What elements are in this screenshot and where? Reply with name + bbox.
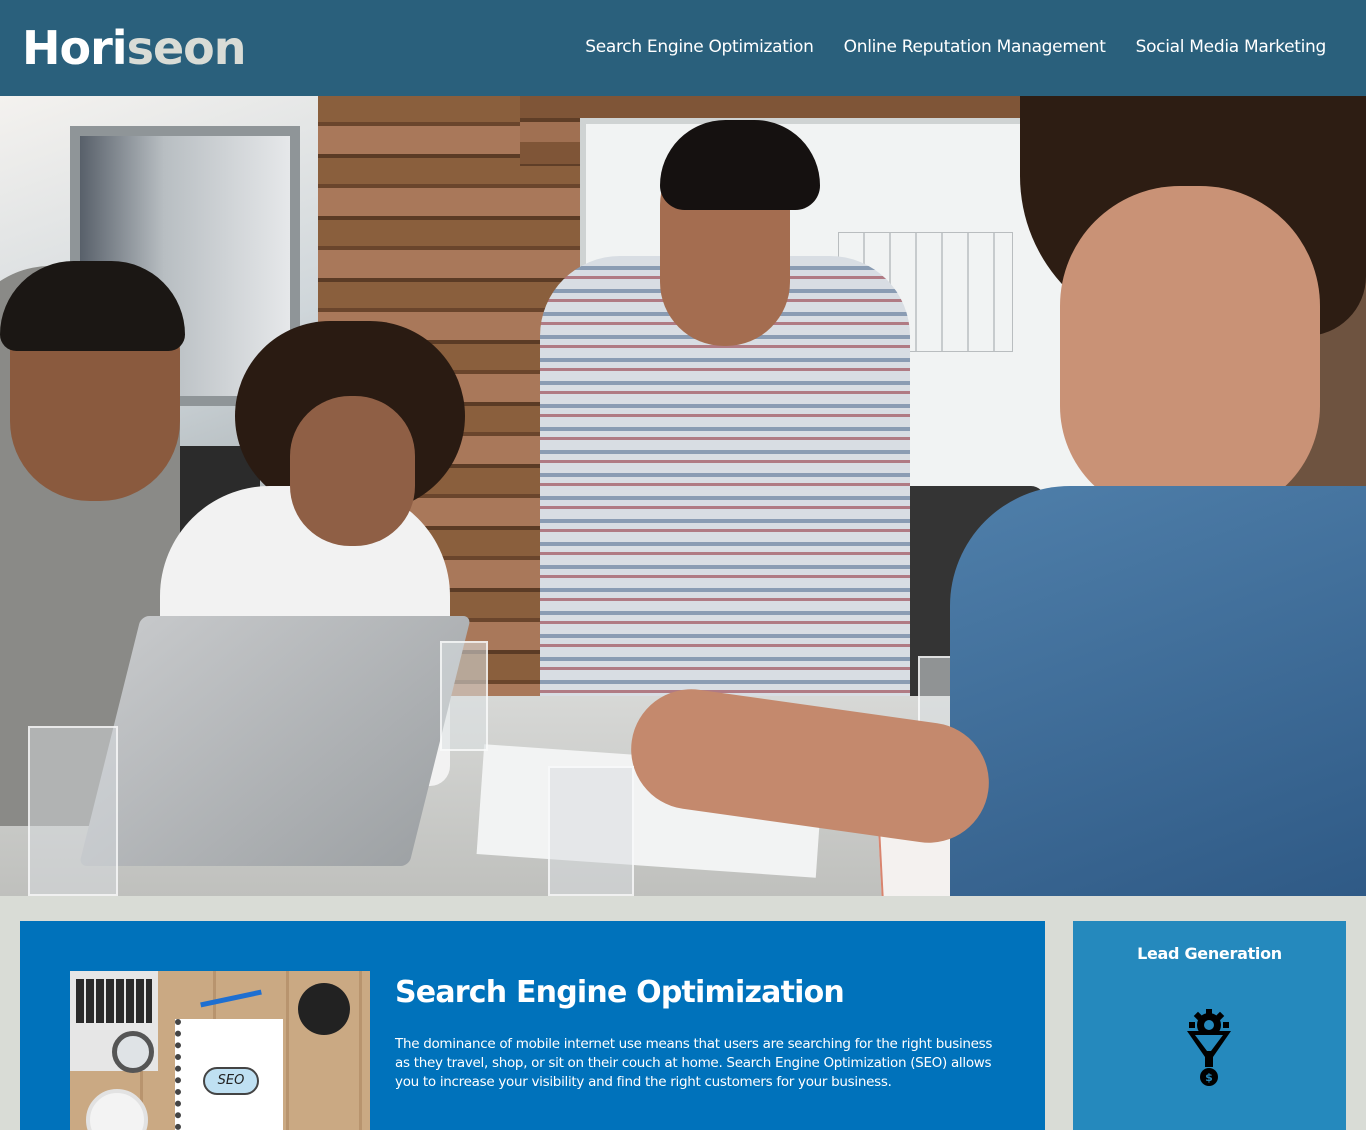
- nav-link-online-reputation[interactable]: Online Reputation Management: [844, 36, 1106, 58]
- nav-link-social-media[interactable]: Social Media Marketing: [1136, 36, 1327, 58]
- seo-section: SEO Search Engine Optimization The domin…: [20, 921, 1045, 1130]
- seo-image-label: SEO: [203, 1067, 259, 1095]
- logo-accent-text: seon: [126, 21, 247, 75]
- lead-generation-funnel-icon: $: [1187, 1009, 1231, 1086]
- site-logo[interactable]: Horiseon: [22, 22, 246, 74]
- seo-section-title: Search Engine Optimization: [395, 975, 845, 1010]
- logo-main-text: Hori: [22, 21, 128, 75]
- seo-section-text: The dominance of mobile internet use mea…: [395, 1036, 993, 1090]
- seo-image: SEO: [70, 971, 370, 1130]
- hero-image: [0, 96, 1366, 896]
- lead-generation-title: Lead Generation: [1137, 944, 1282, 963]
- lead-generation-card: Lead Generation $: [1073, 921, 1346, 1130]
- main-nav: Search Engine Optimization Online Reputa…: [585, 36, 1326, 58]
- nav-link-seo[interactable]: Search Engine Optimization: [585, 36, 814, 58]
- site-header: Horiseon Search Engine Optimization Onli…: [0, 0, 1366, 96]
- svg-text:$: $: [1205, 1071, 1213, 1084]
